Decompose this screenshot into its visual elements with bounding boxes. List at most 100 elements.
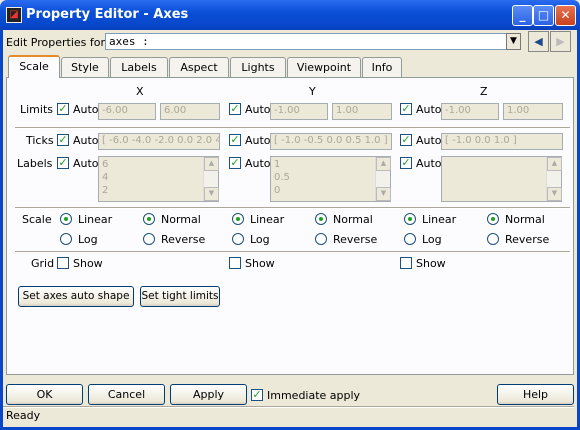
z-limit-min[interactable]: -1.00 <box>441 103 499 120</box>
z-ticks-field[interactable]: [ -1.0 0.0 1.0 ] <box>441 133 563 150</box>
x-limit-max[interactable]: 6.00 <box>160 103 220 120</box>
x-header: X <box>136 85 144 98</box>
y-limit-min[interactable]: -1.00 <box>270 103 328 120</box>
y-reverse-radio[interactable] <box>315 233 327 245</box>
cancel-button[interactable]: Cancel <box>88 384 165 405</box>
back-icon[interactable]: ◀ <box>528 31 549 52</box>
list-item: 0.5 <box>274 172 290 183</box>
y-limits-auto-checkbox[interactable]: ✓ <box>229 103 241 115</box>
x-log-radio[interactable] <box>60 233 72 245</box>
x-limits-auto-checkbox[interactable]: ✓ <box>57 103 69 115</box>
scroll-down-icon[interactable]: ▼ <box>204 187 219 201</box>
scrollbar[interactable]: ▲ ▼ <box>546 157 562 201</box>
x-log-label: Log <box>78 233 98 246</box>
y-linear-radio[interactable] <box>232 213 244 225</box>
z-grid-checkbox[interactable] <box>400 257 412 269</box>
y-labels-auto-checkbox[interactable]: ✓ <box>229 157 241 169</box>
x-ticks-field[interactable]: [ -6.0 -4.0 -2.0 0.0 2.0 4 <box>98 133 220 150</box>
x-linear-label: Linear <box>78 213 113 226</box>
x-limit-min[interactable]: -6.00 <box>98 103 156 120</box>
tab-info[interactable]: Info <box>362 57 402 77</box>
scrollbar[interactable]: ▲ ▼ <box>203 157 219 201</box>
y-normal-radio[interactable] <box>315 213 327 225</box>
tab-scale[interactable]: Scale <box>8 55 60 78</box>
separator <box>15 251 570 253</box>
x-grid-label: Show <box>73 257 103 270</box>
y-linear-label: Linear <box>250 213 285 226</box>
y-log-label: Log <box>250 233 270 246</box>
tab-viewpoint[interactable]: Viewpoint <box>287 57 361 77</box>
x-grid-checkbox[interactable] <box>57 257 69 269</box>
apply-button[interactable]: Apply <box>170 384 247 405</box>
z-grid-label: Show <box>416 257 446 270</box>
set-axes-auto-shape-button[interactable]: Set axes auto shape <box>18 286 134 307</box>
separator <box>3 406 574 408</box>
z-ticks-auto-checkbox[interactable]: ✓ <box>400 134 412 146</box>
tab-style[interactable]: Style <box>61 57 109 77</box>
scroll-down-icon[interactable]: ▼ <box>376 187 391 201</box>
tab-aspect[interactable]: Aspect <box>169 57 229 77</box>
labels-label: Labels <box>17 157 53 170</box>
close-button[interactable]: ✕ <box>555 5 576 26</box>
scale-panel <box>6 77 574 375</box>
y-ticks-field[interactable]: [ -1.0 -0.5 0.0 0.5 1.0 ] <box>270 133 392 150</box>
immediate-apply-label: Immediate apply <box>267 389 361 402</box>
separator <box>15 207 570 209</box>
z-normal-radio[interactable] <box>487 213 499 225</box>
y-limit-max[interactable]: 1.00 <box>332 103 392 120</box>
forward-icon[interactable]: ▶ <box>550 31 571 52</box>
app-icon: ◪ <box>6 7 22 23</box>
z-log-label: Log <box>422 233 442 246</box>
edit-for-label: Edit Properties for: <box>6 36 109 49</box>
z-labels-auto-label: Auto <box>416 157 442 170</box>
scroll-up-icon[interactable]: ▲ <box>204 157 219 171</box>
tab-lights[interactable]: Lights <box>230 57 286 77</box>
object-select[interactable]: axes : <box>105 33 507 50</box>
minimize-button[interactable]: _ <box>512 5 533 26</box>
x-ticks-auto-label: Auto <box>73 134 99 147</box>
z-labels-auto-checkbox[interactable]: ✓ <box>400 157 412 169</box>
scrollbar[interactable]: ▲ ▼ <box>375 157 391 201</box>
list-item: 4 <box>102 172 109 183</box>
z-log-radio[interactable] <box>404 233 416 245</box>
grid-label: Grid <box>31 257 55 270</box>
help-button[interactable]: Help <box>497 384 574 405</box>
scroll-down-icon[interactable]: ▼ <box>547 187 562 201</box>
z-limits-auto-checkbox[interactable]: ✓ <box>400 103 412 115</box>
z-limit-max[interactable]: 1.00 <box>503 103 563 120</box>
scroll-up-icon[interactable]: ▲ <box>547 157 562 171</box>
z-header: Z <box>480 85 488 98</box>
scale-label: Scale <box>22 213 52 226</box>
z-linear-label: Linear <box>422 213 457 226</box>
y-log-radio[interactable] <box>232 233 244 245</box>
y-grid-label: Show <box>245 257 275 270</box>
y-limits-auto-label: Auto <box>245 103 271 116</box>
y-header: Y <box>309 85 316 98</box>
immediate-apply-checkbox[interactable]: ✓ <box>251 389 263 401</box>
x-ticks-auto-checkbox[interactable]: ✓ <box>57 134 69 146</box>
set-tight-limits-button[interactable]: Set tight limits <box>140 286 220 307</box>
ok-button[interactable]: OK <box>6 384 83 405</box>
x-labels-auto-checkbox[interactable]: ✓ <box>57 157 69 169</box>
y-ticks-auto-checkbox[interactable]: ✓ <box>229 134 241 146</box>
z-labels-list[interactable]: ▲ ▼ <box>441 156 562 202</box>
y-labels-auto-label: Auto <box>245 157 271 170</box>
y-labels-list[interactable]: 1 0.5 0 ▲ ▼ <box>270 156 391 202</box>
maximize-button[interactable]: □ <box>533 5 554 26</box>
scroll-up-icon[interactable]: ▲ <box>376 157 391 171</box>
y-reverse-label: Reverse <box>333 233 378 246</box>
z-reverse-label: Reverse <box>505 233 550 246</box>
tab-labels[interactable]: Labels <box>110 57 168 77</box>
object-select-dropdown[interactable]: ▼ <box>506 33 521 50</box>
x-labels-list[interactable]: 6 4 2 ▲ ▼ <box>98 156 219 202</box>
x-reverse-label: Reverse <box>161 233 206 246</box>
z-reverse-radio[interactable] <box>487 233 499 245</box>
y-grid-checkbox[interactable] <box>229 257 241 269</box>
x-linear-radio[interactable] <box>60 213 72 225</box>
z-linear-radio[interactable] <box>404 213 416 225</box>
title-bar: ◪ Property Editor - Axes _ □ ✕ <box>0 0 580 30</box>
x-limits-auto-label: Auto <box>73 103 99 116</box>
z-ticks-auto-label: Auto <box>416 134 442 147</box>
x-normal-radio[interactable] <box>143 213 155 225</box>
x-reverse-radio[interactable] <box>143 233 155 245</box>
